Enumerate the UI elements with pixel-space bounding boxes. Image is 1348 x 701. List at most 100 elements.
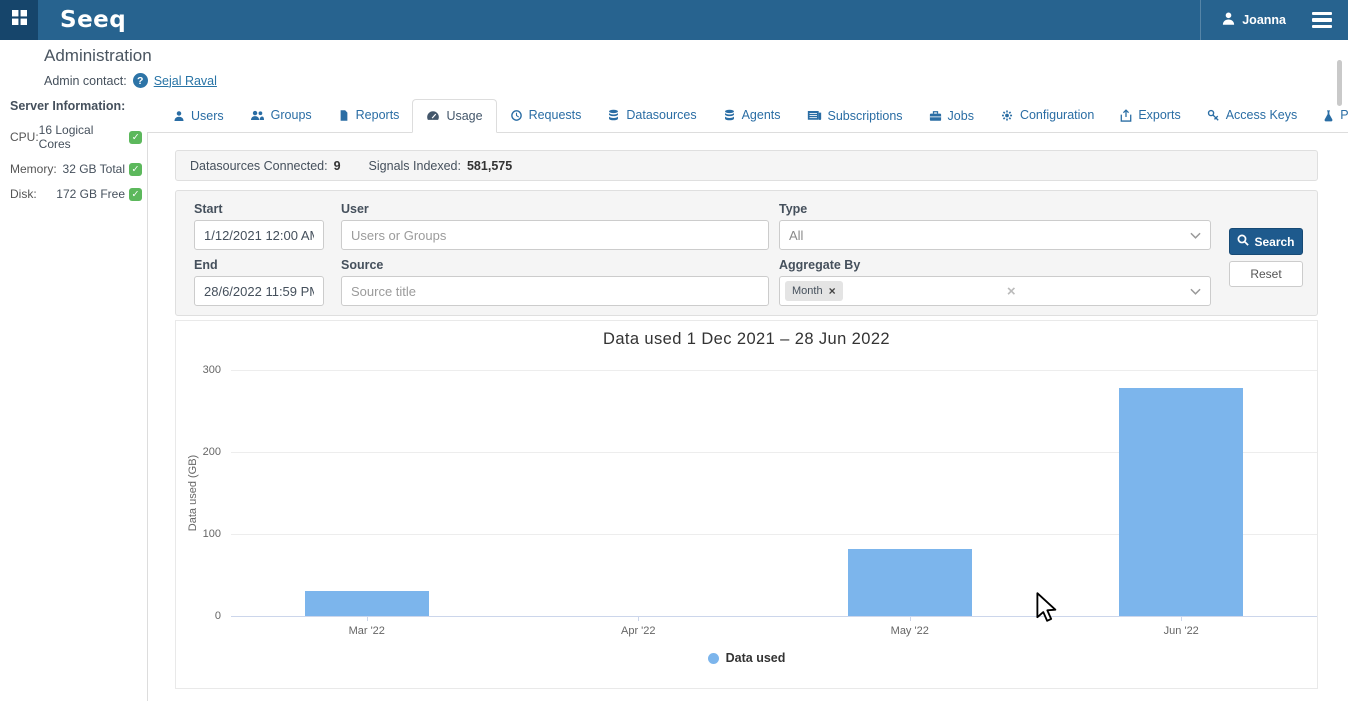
- search-button-label: Search: [1254, 235, 1294, 249]
- x-axis-tick-label: May '22: [865, 625, 955, 637]
- check-icon: [129, 163, 142, 176]
- server-info-row: Disk: 172 GB Free: [10, 187, 142, 201]
- aggregate-by-label: Aggregate By: [779, 258, 860, 272]
- server-stat-value: 32 GB Total: [63, 162, 142, 176]
- grid-icon: [12, 10, 27, 30]
- file-icon: [338, 109, 350, 122]
- tab-usage[interactable]: Usage: [412, 99, 496, 134]
- end-date-input[interactable]: [194, 276, 324, 306]
- tab-agents[interactable]: Agents: [710, 99, 794, 132]
- export-icon: [1120, 109, 1132, 122]
- database-icon: [607, 109, 620, 122]
- help-icon[interactable]: [133, 73, 148, 88]
- server-info-panel: Server Information: CPU:16 Logical Cores…: [10, 99, 142, 212]
- tab-label: Groups: [271, 109, 312, 122]
- gears-icon: [1000, 109, 1014, 122]
- user-menu[interactable]: Joanna: [1221, 11, 1286, 29]
- aggregate-by-select[interactable]: Month × ×: [779, 276, 1211, 306]
- tab-label: Configuration: [1020, 109, 1094, 122]
- tab-requests[interactable]: Requests: [497, 99, 595, 132]
- tab-configuration[interactable]: Configuration: [987, 99, 1107, 132]
- datasources-connected-value: 9: [334, 159, 341, 173]
- tab-datasources[interactable]: Datasources: [594, 99, 709, 132]
- user-input[interactable]: [341, 220, 769, 250]
- aggregate-tag-label: Month: [792, 285, 823, 297]
- chart-title: Data used 1 Dec 2021 – 28 Jun 2022: [176, 330, 1317, 349]
- check-icon: [129, 131, 142, 144]
- x-axis-tick: [367, 616, 368, 621]
- header-divider: [1200, 0, 1201, 40]
- server-stat-label: CPU:: [10, 130, 39, 144]
- flask-icon: [1323, 109, 1334, 122]
- search-icon: [1237, 234, 1249, 249]
- signals-indexed-label: Signals Indexed:: [369, 159, 461, 173]
- tab-users[interactable]: Users: [160, 100, 237, 133]
- check-icon: [129, 188, 142, 201]
- person-icon: [1221, 11, 1236, 29]
- search-button[interactable]: Search: [1229, 228, 1303, 255]
- x-axis-tick: [910, 616, 911, 621]
- legend-label: Data used: [726, 651, 786, 665]
- brand-logo: Seeq: [60, 7, 126, 33]
- tab-label: Requests: [529, 109, 582, 122]
- y-axis-tick-label: 300: [187, 364, 221, 376]
- tab-label: Datasources: [626, 109, 696, 122]
- tab-label: Reports: [356, 109, 400, 122]
- tab-jobs[interactable]: Jobs: [916, 100, 987, 133]
- y-gridline: [231, 370, 1317, 371]
- app-grid-button[interactable]: [0, 0, 38, 40]
- tab-groups[interactable]: Groups: [237, 99, 325, 132]
- clear-icon[interactable]: ×: [1007, 284, 1016, 299]
- tab-label: Plugins: [1340, 109, 1348, 122]
- legend-marker-icon: [708, 653, 719, 664]
- newspaper-icon: [807, 110, 822, 122]
- admin-contact-label: Admin contact:: [44, 74, 127, 88]
- tab-label: Usage: [446, 110, 482, 123]
- start-label: Start: [194, 202, 222, 216]
- x-axis-tick: [1181, 616, 1182, 621]
- x-axis-tick-label: Jun '22: [1136, 625, 1226, 637]
- usage-chart-panel: Data used 1 Dec 2021 – 28 Jun 2022 Data …: [175, 320, 1318, 689]
- legend-item-data-used[interactable]: Data used: [176, 651, 1317, 665]
- signals-indexed-value: 581,575: [467, 159, 512, 173]
- server-stat-label: Memory:: [10, 162, 57, 176]
- user-icon: [173, 110, 185, 122]
- aggregate-tag: Month ×: [785, 281, 843, 301]
- remove-tag-icon[interactable]: ×: [829, 285, 836, 297]
- history-icon: [510, 109, 523, 122]
- server-stat-label: Disk:: [10, 187, 37, 201]
- y-axis-tick-label: 200: [187, 446, 221, 458]
- server-info-row: Memory: 32 GB Total: [10, 162, 142, 176]
- user-label: User: [341, 202, 369, 216]
- x-axis-tick: [638, 616, 639, 621]
- admin-contact: Admin contact: Sejal Raval: [44, 73, 217, 88]
- tab-label: Agents: [742, 109, 781, 122]
- tab-plugins[interactable]: Plugins: [1310, 99, 1348, 132]
- tab-reports[interactable]: Reports: [325, 99, 413, 132]
- start-date-input[interactable]: [194, 220, 324, 250]
- end-label: End: [194, 258, 218, 272]
- tab-bar: Users Groups Reports Usage Requests Datasourc…: [147, 97, 1348, 133]
- x-axis-tick-label: Apr '22: [593, 625, 683, 637]
- x-axis-tick-label: Mar '22: [322, 625, 412, 637]
- vertical-scrollbar-thumb[interactable]: [1337, 60, 1342, 106]
- server-stat-value: 16 Logical Cores: [39, 123, 142, 151]
- admin-contact-link[interactable]: Sejal Raval: [154, 74, 217, 88]
- tab-exports[interactable]: Exports: [1107, 99, 1193, 132]
- tab-label: Access Keys: [1226, 109, 1298, 122]
- server-info-title: Server Information:: [10, 99, 142, 113]
- tab-subscriptions[interactable]: Subscriptions: [794, 100, 916, 133]
- tab-label: Subscriptions: [828, 110, 903, 123]
- top-navbar: Seeq Joanna: [0, 0, 1348, 40]
- briefcase-icon: [929, 110, 942, 122]
- source-input[interactable]: [341, 276, 769, 306]
- page-title: Administration: [44, 46, 152, 66]
- tab-access-keys[interactable]: Access Keys: [1194, 99, 1311, 132]
- reset-button[interactable]: Reset: [1229, 261, 1303, 287]
- y-axis-tick-label: 100: [187, 528, 221, 540]
- database-icon: [723, 109, 736, 122]
- server-stat-value: 172 GB Free: [56, 187, 142, 201]
- x-axis-line: [231, 616, 1317, 617]
- type-select[interactable]: All: [779, 220, 1211, 250]
- hamburger-menu-icon[interactable]: [1308, 8, 1336, 32]
